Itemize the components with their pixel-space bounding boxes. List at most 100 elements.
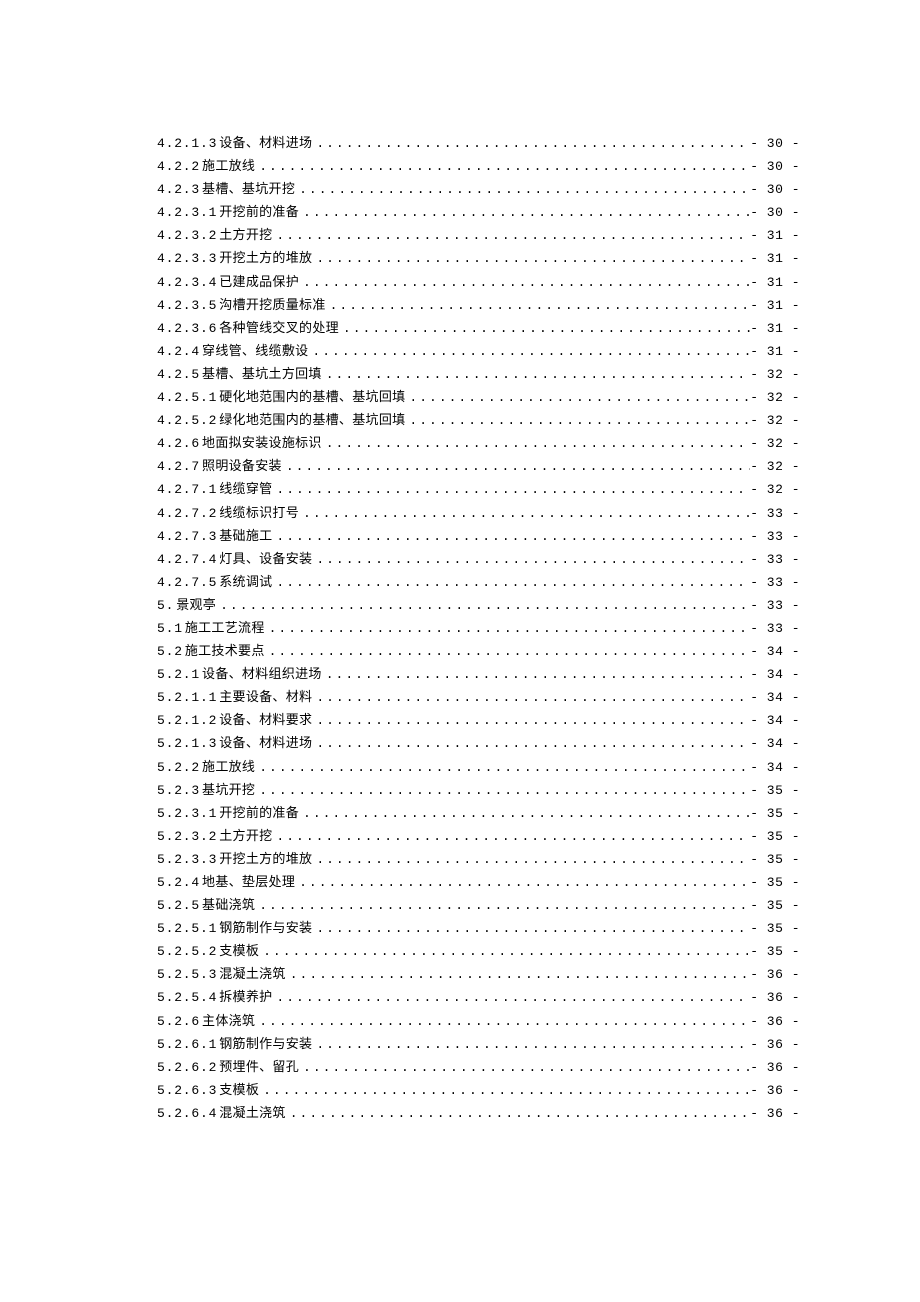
toc-leader-dots (259, 945, 750, 958)
toc-entry: 5.2.3.2土方开挖- 35 - (157, 829, 800, 843)
toc-leader-dots (299, 807, 750, 820)
toc-title: 开挖前的准备 (217, 806, 299, 819)
toc-title: 支模板 (217, 1083, 259, 1096)
toc-leader-dots (299, 276, 750, 289)
toc-leader-dots (339, 322, 750, 335)
toc-leader-dots (295, 183, 750, 196)
toc-leader-dots (326, 299, 751, 312)
toc-entry: 5.2施工技术要点- 34 - (157, 644, 800, 658)
toc-title: 硬化地范围内的基槽、基坑回填 (217, 390, 405, 403)
toc-title: 施工工艺流程 (183, 621, 265, 634)
toc-number: 4.2.7.3 (157, 530, 217, 543)
toc-title: 穿线管、线缆敷设 (200, 344, 308, 357)
toc-number: 4.2.7.1 (157, 483, 217, 496)
toc-page-number: - 36 - (750, 1015, 800, 1028)
toc-leader-dots (312, 691, 750, 704)
toc-entry: 4.2.2施工放线- 30 - (157, 159, 800, 173)
toc-page-number: - 30 - (750, 137, 800, 150)
toc-number: 4.2.7.2 (157, 507, 217, 520)
toc-leader-dots (405, 391, 750, 404)
toc-leader-dots (312, 252, 750, 265)
toc-entry: 5.景观亭- 33 - (157, 598, 800, 612)
toc-page-number: - 31 - (750, 322, 800, 335)
toc-entry: 5.2.1设备、材料组织进场- 34 - (157, 667, 800, 681)
toc-leader-dots (299, 1061, 750, 1074)
toc-page-number: - 30 - (750, 206, 800, 219)
toc-number: 4.2.3.2 (157, 229, 217, 242)
toc-title: 各种管线交叉的处理 (217, 321, 339, 334)
toc-page-number: - 36 - (750, 1038, 800, 1051)
toc-leader-dots (265, 622, 751, 635)
toc-title: 系统调试 (217, 575, 272, 588)
toc-page-number: - 34 - (750, 714, 800, 727)
toc-title: 景观亭 (174, 598, 216, 611)
toc-entry: 5.2.3.3开挖土方的堆放- 35 - (157, 852, 800, 866)
toc-number: 5.2 (157, 645, 183, 658)
toc-entry: 5.2.5.2支模板- 35 - (157, 944, 800, 958)
toc-number: 4.2.7.5 (157, 576, 217, 589)
toc-number: 5.2.6 (157, 1015, 200, 1028)
toc-title: 施工放线 (200, 760, 255, 773)
toc-leader-dots (272, 576, 750, 589)
toc-number: 5.2.1 (157, 668, 200, 681)
toc-title: 设备、材料进场 (217, 736, 312, 749)
toc-page-number: - 30 - (750, 183, 800, 196)
toc-leader-dots (255, 160, 750, 173)
toc-number: 4.2.5.1 (157, 391, 217, 404)
toc-number: 5.2.3 (157, 784, 200, 797)
toc-number: 4.2.7.4 (157, 553, 217, 566)
toc-title: 设备、材料要求 (217, 713, 312, 726)
toc-page-number: - 32 - (750, 460, 800, 473)
document-page: 4.2.1.3设备、材料进场- 30 -4.2.2施工放线- 30 -4.2.3… (0, 0, 920, 1302)
toc-leader-dots (272, 483, 750, 496)
toc-leader-dots (299, 206, 750, 219)
toc-entry: 4.2.3.1开挖前的准备- 30 - (157, 205, 800, 219)
toc-entry: 5.2.1.3设备、材料进场- 34 - (157, 736, 800, 750)
toc-title: 土方开挖 (217, 829, 272, 842)
toc-title: 设备、材料进场 (217, 136, 312, 149)
toc-entry: 4.2.5基槽、基坑土方回填 - 32 - (157, 367, 800, 381)
toc-entry: 4.2.7.1线缆穿管- 32 - (157, 482, 800, 496)
toc-page-number: - 35 - (750, 922, 800, 935)
toc-number: 4.2.5 (157, 368, 200, 381)
toc-number: 5.2.5.2 (157, 945, 217, 958)
toc-leader-dots (272, 530, 750, 543)
toc-title: 主体浇筑 (200, 1014, 255, 1027)
toc-number: 5.2.3.1 (157, 807, 217, 820)
toc-page-number: - 32 - (750, 368, 800, 381)
toc-entry: 4.2.3.6各种管线交叉的处理- 31 - (157, 321, 800, 335)
toc-page-number: - 35 - (750, 876, 800, 889)
toc-entry: 5.2.5基础浇筑- 35 - (157, 898, 800, 912)
toc-title: 拆模养护 (217, 990, 272, 1003)
toc-title: 开挖土方的堆放 (217, 852, 312, 865)
toc-entry: 5.2.4地基、垫层处理- 35 - (157, 875, 800, 889)
toc-page-number: - 36 - (750, 1084, 800, 1097)
toc-title: 混凝土浇筑 (217, 967, 286, 980)
toc-page-number: - 34 - (750, 645, 800, 658)
toc-leader-dots (322, 437, 750, 450)
toc-page-number: - 35 - (750, 807, 800, 820)
toc-entry: 5.2.6.3支模板 - 36 - (157, 1083, 800, 1097)
toc-number: 4.2.4 (157, 345, 200, 358)
toc-number: 5.2.1.1 (157, 691, 217, 704)
toc-entry: 4.2.7.4灯具、设备安装- 33 - (157, 552, 800, 566)
toc-title: 主要设备、材料 (217, 690, 312, 703)
toc-number: 5.2.6.1 (157, 1038, 217, 1051)
toc-title: 钢筋制作与安装 (217, 1037, 312, 1050)
toc-entry: 5.1施工工艺流程- 33 - (157, 621, 800, 635)
toc-leader-dots (405, 414, 750, 427)
toc-page-number: - 32 - (750, 437, 800, 450)
toc-page-number: - 34 - (750, 737, 800, 750)
toc-leader-dots (259, 1084, 750, 1097)
toc-leader-dots (272, 830, 750, 843)
toc-leader-dots (322, 668, 750, 681)
toc-page-number: - 33 - (750, 530, 800, 543)
toc-number: 4.2.6 (157, 437, 200, 450)
toc-title: 基槽、基坑土方回填 (200, 367, 322, 380)
toc-entry: 4.2.3.2土方开挖- 31 - (157, 228, 800, 242)
toc-page-number: - 33 - (750, 622, 800, 635)
toc-leader-dots (272, 991, 750, 1004)
toc-number: 5.2.6.3 (157, 1084, 217, 1097)
toc-title: 支模板 (217, 944, 259, 957)
toc-entry: 4.2.7.3基础施工- 33 - (157, 529, 800, 543)
